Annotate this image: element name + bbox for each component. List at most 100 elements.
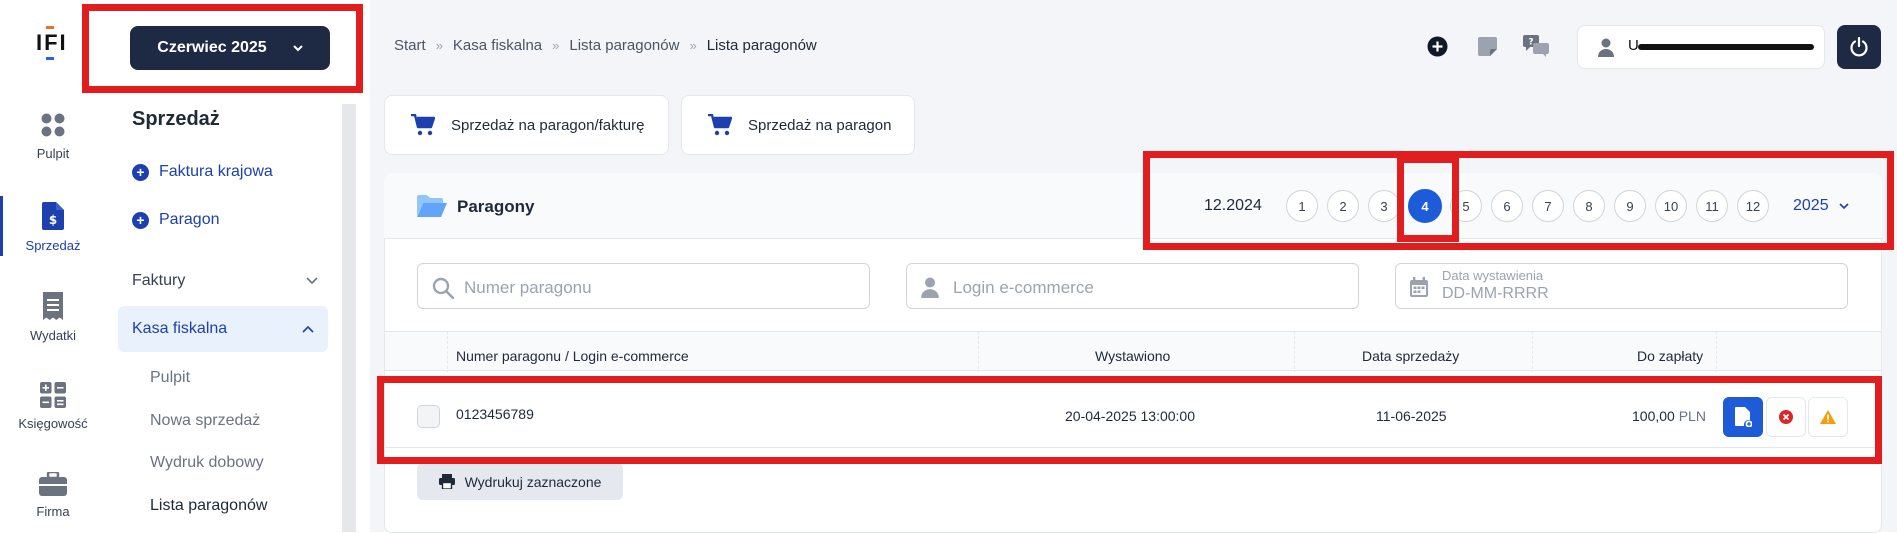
rail-label: Księgowość	[18, 416, 88, 431]
month-selector-button[interactable]: Czerwiec 2025	[130, 26, 330, 70]
button-label: Wydrukuj zaznaczone	[464, 473, 602, 490]
period-label[interactable]: 12.2024	[1204, 197, 1262, 215]
month-page-12[interactable]: 12	[1737, 190, 1769, 222]
row-sale-date: 11-06-2025	[1376, 408, 1447, 424]
calculator-icon	[40, 382, 66, 408]
input-label: Data wystawienia	[1442, 268, 1544, 283]
col-header-number[interactable]: Numer paragonu / Login e-commerce	[456, 348, 689, 364]
user-icon	[921, 277, 939, 298]
button-label: Sprzedaż na paragon	[748, 116, 892, 134]
sidebar-sub-nowa-sprzedaz[interactable]: Nowa sprzedaż	[150, 412, 260, 430]
link-label: Faktura krajowa	[159, 163, 273, 180]
button-label: Sprzedaż na paragon/fakturę	[451, 116, 645, 134]
row-receipt-number: 0123456789	[456, 406, 534, 422]
breadcrumb-item[interactable]: Kasa fiskalna	[453, 37, 542, 54]
plus-circle-icon: +	[132, 211, 149, 229]
dashboard-icon	[41, 113, 65, 137]
chevron-up-icon	[302, 325, 314, 333]
rail-item-pulpit[interactable]: Pulpit	[0, 112, 106, 161]
panel-title: Paragony	[457, 197, 535, 216]
rail-label: Wydatki	[29, 328, 77, 343]
month-page-5[interactable]: 5	[1450, 190, 1482, 222]
col-header-sale-date[interactable]: Data sprzedaży	[1362, 348, 1459, 364]
month-label: Czerwiec 2025	[157, 39, 267, 56]
year-label: 2025	[1793, 197, 1829, 214]
breadcrumb-item[interactable]: Start	[394, 37, 426, 54]
rail-item-sprzedaz[interactable]: $ Sprzedaż	[0, 202, 106, 253]
receipt-number-input[interactable]: Numer paragonu	[417, 263, 870, 309]
warning-icon	[1820, 410, 1836, 424]
chevron-down-icon	[1839, 202, 1849, 209]
month-page-4[interactable]: 4	[1408, 189, 1442, 223]
input-placeholder: Login e-commerce	[953, 278, 1094, 297]
input-placeholder: Numer paragonu	[464, 278, 592, 297]
faktura-krajowa-link[interactable]: + Faktura krajowa	[132, 163, 273, 181]
month-page-7[interactable]: 7	[1532, 190, 1564, 222]
section-label: Faktury	[132, 272, 186, 289]
paragon-link[interactable]: + Paragon	[132, 211, 220, 229]
folder-open-icon	[417, 195, 447, 217]
user-icon	[1598, 38, 1614, 57]
plus-circle-icon: +	[132, 163, 149, 181]
month-page-6[interactable]: 6	[1491, 190, 1523, 222]
month-page-9[interactable]: 9	[1614, 190, 1646, 222]
amount-value: 100,00	[1632, 408, 1675, 424]
month-page-2[interactable]: 2	[1327, 190, 1359, 222]
issue-date-input[interactable]: Data wystawienia DD-MM-RRRR	[1395, 263, 1848, 309]
user-menu[interactable]: U	[1577, 25, 1825, 69]
col-header-amount[interactable]: Do zapłaty	[1637, 348, 1703, 364]
rail-item-wydatki[interactable]: Wydatki	[0, 292, 106, 343]
month-page-10[interactable]: 10	[1655, 190, 1687, 222]
row-amount: 100,00 PLN	[1632, 408, 1706, 424]
add-circle-icon[interactable]	[1427, 36, 1448, 57]
breadcrumb-item[interactable]: Lista paragonów	[569, 37, 679, 54]
row-checkbox[interactable]	[417, 405, 440, 428]
sale-receipt-button[interactable]: Sprzedaż na paragon	[681, 95, 915, 155]
print-selected-button[interactable]: Wydrukuj zaznaczone	[417, 463, 623, 500]
briefcase-icon	[39, 472, 67, 496]
rail-label: Sprzedaż	[25, 238, 81, 253]
sidebar-sub-pulpit[interactable]: Pulpit	[150, 369, 190, 387]
month-page-1[interactable]: 1	[1286, 190, 1318, 222]
search-icon	[432, 277, 454, 299]
link-label: Paragon	[159, 211, 220, 228]
invoice-dollar-icon: $	[42, 202, 64, 230]
sidebar-heading: Sprzedaż	[132, 108, 220, 130]
rail-item-ksiegowosc[interactable]: Księgowość	[0, 382, 106, 431]
rail-item-firma[interactable]: Firma	[0, 472, 106, 519]
breadcrumb-separator: »	[435, 38, 443, 53]
note-icon[interactable]	[1478, 37, 1497, 56]
nav-rail: IFI Pulpit $ Sprzedaż Wydatki Księgowość…	[0, 0, 106, 532]
power-icon	[1850, 37, 1868, 57]
month-page-8[interactable]: 8	[1573, 190, 1605, 222]
svg-text:$: $	[49, 213, 57, 227]
sidebar-section-faktury[interactable]: Faktury	[132, 272, 318, 290]
sidebar-scrollbar[interactable]	[342, 104, 356, 532]
logo-text: IFI	[36, 30, 68, 55]
col-header-issued[interactable]: Wystawiono	[1095, 348, 1170, 364]
logout-button[interactable]	[1837, 25, 1881, 69]
sale-receipt-invoice-button[interactable]: Sprzedaż na paragon/fakturę	[384, 95, 669, 155]
help-chat-icon[interactable]: ?	[1523, 35, 1549, 57]
cart-icon	[411, 114, 435, 136]
calendar-icon	[1410, 277, 1428, 297]
year-selector[interactable]: 2025	[1793, 197, 1849, 215]
issue-invoice-button[interactable]	[1723, 397, 1763, 437]
breadcrumb-current: Lista paragonów	[706, 37, 817, 54]
login-ecommerce-input[interactable]: Login e-commerce	[906, 263, 1359, 309]
sidebar	[106, 0, 342, 532]
rail-label: Pulpit	[36, 146, 70, 161]
sidebar-sub-lista-paragonow[interactable]: Lista paragonów	[150, 497, 267, 515]
sidebar-section-kasa-fiskalna[interactable]: Kasa fiskalna	[118, 306, 328, 352]
cart-icon	[708, 114, 732, 136]
close-circle-icon	[1779, 410, 1793, 424]
file-plus-icon	[1734, 407, 1752, 427]
sidebar-sub-wydruk-dobowy[interactable]: Wydruk dobowy	[150, 454, 264, 472]
chevron-down-icon	[292, 44, 303, 51]
month-page-3[interactable]: 3	[1368, 190, 1400, 222]
app-logo[interactable]: IFI	[36, 26, 68, 60]
warning-button[interactable]	[1808, 397, 1848, 437]
cancel-receipt-button[interactable]	[1766, 397, 1806, 437]
month-page-11[interactable]: 11	[1696, 190, 1728, 222]
breadcrumb: Start » Kasa fiskalna » Lista paragonów …	[394, 37, 817, 54]
